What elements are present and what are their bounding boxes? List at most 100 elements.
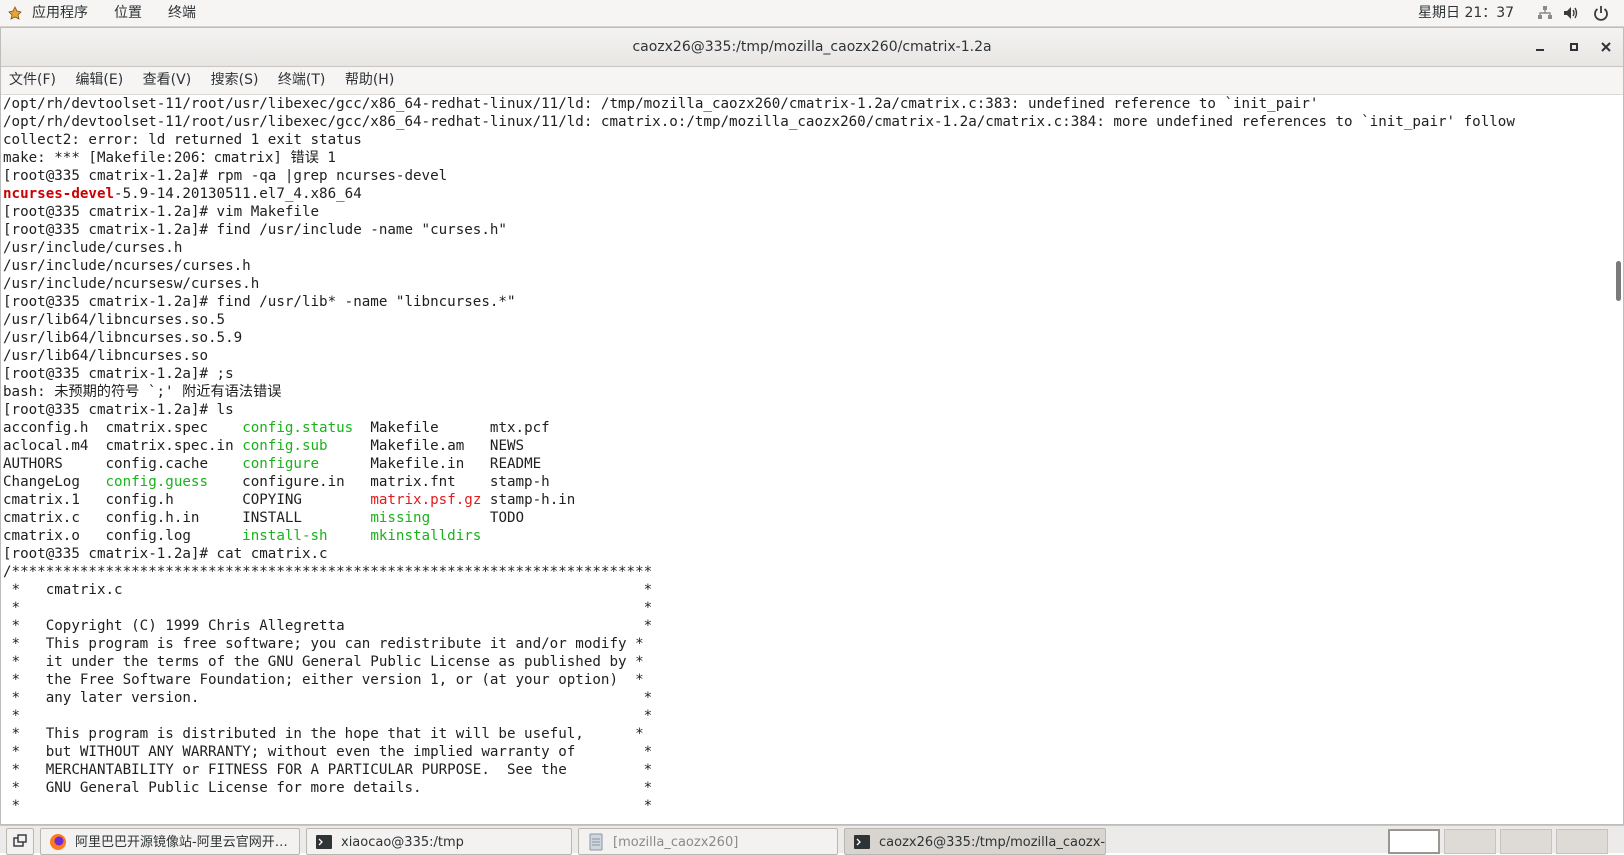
terminal-line: * Copyright (C) 1999 Chris Allegretta * <box>3 618 653 634</box>
ls-entry: missing <box>370 510 431 526</box>
terminal-line: bash: 未预期的符号 `;' 附近有语法错误 <box>3 384 282 400</box>
workspace-1[interactable] <box>1388 829 1440 854</box>
ls-padding <box>328 528 371 544</box>
menu-file[interactable]: 文件(F) <box>2 67 63 94</box>
terminal-line: [root@335 cmatrix-1.2a]# rpm -qa |grep n… <box>3 168 448 184</box>
ls-entry: config.guess <box>105 474 209 490</box>
terminal-line: [root@335 cmatrix-1.2a]# find /usr/lib* … <box>3 294 516 310</box>
places-menu[interactable]: 位置 <box>114 0 142 26</box>
ls-padding <box>208 456 242 472</box>
ls-padding <box>430 510 490 526</box>
maximize-icon[interactable] <box>1565 38 1583 56</box>
ls-entry: Makefile.in <box>370 456 465 472</box>
ls-padding <box>208 420 242 436</box>
terminal-line: [root@335 cmatrix-1.2a]# ls <box>3 402 234 418</box>
grep-match-highlight: ncurses-devel <box>3 186 115 202</box>
ls-padding <box>63 456 106 472</box>
ls-entry: AUTHORS <box>3 456 63 472</box>
ls-row: cmatrix.c config.h.in INSTALL missing TO… <box>3 509 1615 527</box>
ls-padding <box>302 510 370 526</box>
ls-entry: acconfig.h <box>3 420 89 436</box>
menu-terminal[interactable]: 终端(T) <box>271 67 332 94</box>
ls-padding <box>481 528 490 544</box>
ls-row: ChangeLog config.guess configure.in matr… <box>3 473 1615 491</box>
scrollbar-thumb[interactable] <box>1616 261 1621 301</box>
workspace-4[interactable] <box>1556 829 1608 854</box>
workspace-2[interactable] <box>1444 829 1496 854</box>
ls-entry: matrix.fnt <box>370 474 456 490</box>
ls-padding <box>174 492 242 508</box>
show-desktop-button[interactable] <box>6 828 34 855</box>
task-firefox[interactable]: 阿里巴巴开源镜像站-阿里云官网开… <box>40 828 300 855</box>
terminal-icon <box>854 835 870 849</box>
terminal-line: * This program is distributed in the hop… <box>3 726 644 742</box>
applications-icon[interactable] <box>8 6 22 20</box>
close-icon[interactable] <box>1597 38 1615 56</box>
clock[interactable]: 星期日 21：37 <box>1418 0 1514 26</box>
ls-entry: config.cache <box>105 456 209 472</box>
ls-row: acconfig.h cmatrix.spec config.status Ma… <box>3 419 1615 437</box>
ls-padding <box>439 420 490 436</box>
task-label: caozx26@335:/tmp/mozilla_caozx-… <box>879 835 1106 850</box>
ls-padding <box>208 474 242 490</box>
ls-row: cmatrix.1 config.h COPYING matrix.psf.gz… <box>3 491 1615 509</box>
file-manager-icon <box>589 833 603 851</box>
applications-menu[interactable]: 应用程序 <box>32 0 88 26</box>
minimize-icon[interactable] <box>1531 38 1549 56</box>
ls-padding <box>199 510 242 526</box>
terminal-line: /usr/include/ncursesw/curses.h <box>3 276 260 292</box>
terminal-line: /opt/rh/devtoolset-11/root/usr/libexec/g… <box>3 114 1515 130</box>
terminal-line: /usr/lib64/libncurses.so.5 <box>3 312 226 328</box>
terminal-app-menu[interactable]: 终端 <box>168 0 196 26</box>
ls-row: aclocal.m4 cmatrix.spec.in config.sub Ma… <box>3 437 1615 455</box>
terminal-line: /usr/include/curses.h <box>3 240 183 256</box>
ls-entry: TODO <box>489 510 525 526</box>
power-icon[interactable] <box>1592 4 1610 22</box>
terminal-window: caozx26@335:/tmp/mozilla_caozx260/cmatri… <box>0 27 1624 825</box>
menu-help[interactable]: 帮助(H) <box>338 67 401 94</box>
volume-icon[interactable] <box>1562 4 1580 22</box>
rpm-result-rest: -5.9-14.20130511.el7_4.x86_64 <box>114 186 362 202</box>
ls-padding <box>80 474 106 490</box>
ls-entry: NEWS <box>489 438 525 454</box>
terminal-line: /usr/include/ncurses/curses.h <box>3 258 251 274</box>
ls-entry: cmatrix.spec.in <box>105 438 234 454</box>
menu-search[interactable]: 搜索(S) <box>204 67 266 94</box>
ls-entry: config.status <box>242 420 354 436</box>
ls-entry: COPYING <box>242 492 302 508</box>
ls-entry: cmatrix.o <box>3 528 80 544</box>
task-file-manager[interactable]: [mozilla_caozx260] <box>578 828 838 855</box>
ls-entry: cmatrix.1 <box>3 492 80 508</box>
terminal-line: * cmatrix.c * <box>3 582 653 598</box>
firefox-icon <box>50 834 66 850</box>
ls-entry: matrix.psf.gz <box>370 492 482 508</box>
ls-entry: README <box>489 456 542 472</box>
terminal-scrollbar[interactable] <box>1615 95 1622 823</box>
ls-output: acconfig.h cmatrix.spec config.status Ma… <box>3 419 1615 545</box>
ls-padding <box>80 492 106 508</box>
ls-row: AUTHORS config.cache configure Makefile.… <box>3 455 1615 473</box>
workspace-3[interactable] <box>1500 829 1552 854</box>
terminal-line: * This program is free software; you can… <box>3 636 644 652</box>
terminal-line: [root@335 cmatrix-1.2a]# ;s <box>3 366 234 382</box>
task-label: xiaocao@335:/tmp <box>341 835 464 850</box>
task-terminal-caozx[interactable]: caozx26@335:/tmp/mozilla_caozx-… <box>844 828 1106 855</box>
terminal-line: [root@335 cmatrix-1.2a]# cat cmatrix.c <box>3 546 328 562</box>
ls-entry: config.sub <box>242 438 328 454</box>
ls-entry: Makefile <box>370 420 439 436</box>
terminal-line: * GNU General Public License for more de… <box>3 780 653 796</box>
ls-entry: mtx.pcf <box>489 420 550 436</box>
terminal-output[interactable]: /opt/rh/devtoolset-11/root/usr/libexec/g… <box>3 95 1615 823</box>
ls-entry: config.h <box>105 492 174 508</box>
network-icon[interactable] <box>1536 4 1554 22</box>
ls-entry: install-sh <box>242 528 328 544</box>
menu-view[interactable]: 查看(V) <box>136 67 199 94</box>
ls-padding <box>319 456 370 472</box>
ls-padding <box>353 420 370 436</box>
task-terminal-xiaocao[interactable]: xiaocao@335:/tmp <box>306 828 572 855</box>
menu-bar: 文件(F) 编辑(E) 查看(V) 搜索(S) 终端(T) 帮助(H) <box>1 67 1623 95</box>
menu-edit[interactable]: 编辑(E) <box>68 67 130 94</box>
window-titlebar[interactable]: caozx26@335:/tmp/mozilla_caozx260/cmatri… <box>1 28 1623 67</box>
ls-padding <box>456 474 490 490</box>
ls-entry: cmatrix.spec <box>105 420 209 436</box>
